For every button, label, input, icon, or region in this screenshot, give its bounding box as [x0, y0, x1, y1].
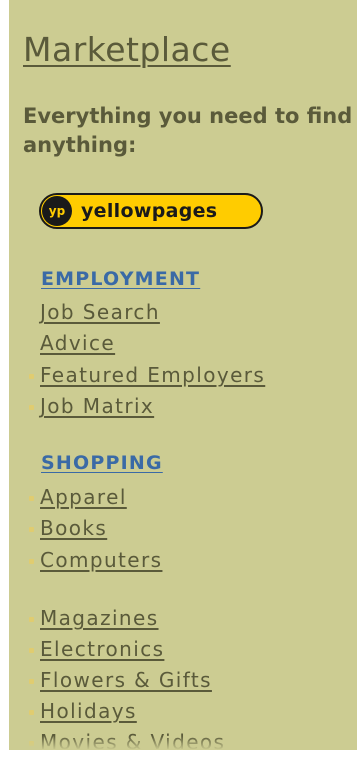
list-item-job-matrix: Job Matrix — [9, 394, 357, 424]
magazines-link[interactable]: Magazines — [40, 606, 159, 630]
bullet-icon — [29, 527, 34, 532]
list-item-flowers-gifts: Flowers & Gifts — [9, 668, 357, 698]
holidays-link[interactable]: Holidays — [40, 699, 137, 723]
bullet-icon — [29, 710, 34, 715]
marketplace-panel: Marketplace Everything you need to find … — [9, 0, 357, 750]
yellowpages-logo-link[interactable]: yp yellowpages — [39, 193, 263, 229]
list-item-computers: Computers — [9, 548, 357, 578]
books-link[interactable]: Books — [40, 516, 107, 540]
bullet-icon — [29, 679, 34, 684]
list-item-apparel: Apparel — [9, 485, 357, 515]
marketplace-title-link[interactable]: Marketplace — [23, 30, 231, 69]
electronics-link[interactable]: Electronics — [40, 637, 164, 661]
job-search-link[interactable]: Job Search — [40, 300, 160, 324]
bullet-icon — [29, 496, 34, 501]
bullet-icon — [29, 405, 34, 410]
computers-link[interactable]: Computers — [40, 548, 162, 572]
shopping-header-link[interactable]: SHOPPING — [41, 452, 163, 474]
list-item-electronics: Electronics — [9, 637, 357, 667]
list-item-job-search: Job Search — [9, 300, 357, 330]
marketplace-tagline: Everything you need to find anything: — [23, 104, 353, 157]
bullet-icon — [29, 374, 34, 379]
bullet-icon — [29, 617, 34, 622]
featured-employers-link[interactable]: Featured Employers — [40, 363, 265, 387]
advice-link[interactable]: Advice — [40, 331, 115, 355]
yellowpages-badge-icon: yp — [42, 196, 72, 226]
apparel-link[interactable]: Apparel — [40, 485, 127, 509]
list-item-magazines: Magazines — [9, 606, 357, 636]
job-matrix-link[interactable]: Job Matrix — [40, 394, 154, 418]
panel-bottom-fade — [9, 736, 357, 750]
list-item-books: Books — [9, 516, 357, 546]
list-item-holidays: Holidays — [9, 699, 357, 729]
flowers-gifts-link[interactable]: Flowers & Gifts — [40, 668, 212, 692]
yellowpages-logo-text: yellowpages — [81, 200, 218, 222]
list-item-advice: Advice — [9, 331, 357, 361]
list-item-featured-employers: Featured Employers — [9, 363, 357, 393]
bullet-icon — [29, 648, 34, 653]
employment-header-link[interactable]: EMPLOYMENT — [41, 268, 200, 290]
bullet-icon — [29, 559, 34, 564]
